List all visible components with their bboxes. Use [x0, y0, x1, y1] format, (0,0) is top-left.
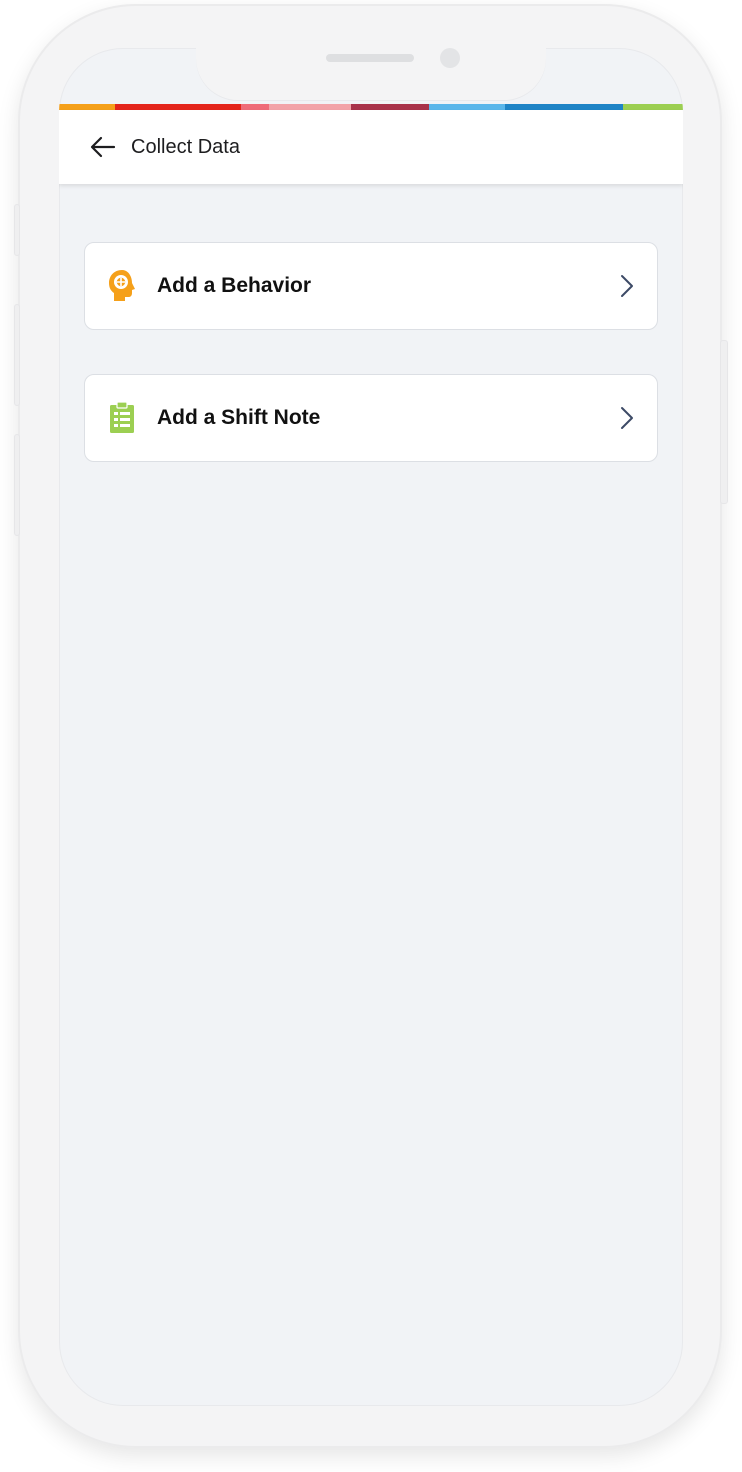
- page-title: Collect Data: [131, 135, 240, 158]
- phone-screen: Collect Data Add a Behavior Add a Shift …: [59, 48, 683, 1406]
- app-header: Collect Data: [59, 110, 683, 184]
- power-button: [720, 340, 728, 504]
- head-target-icon: [107, 268, 137, 304]
- front-camera: [440, 48, 460, 68]
- chevron-right-icon: [615, 271, 639, 301]
- volume-up-button: [14, 304, 20, 406]
- clipboard-list-icon: [107, 400, 137, 436]
- chevron-right-icon: [615, 403, 639, 433]
- add-behavior-button[interactable]: Add a Behavior: [84, 242, 658, 330]
- add-shift-note-button[interactable]: Add a Shift Note: [84, 374, 658, 462]
- arrow-left-icon: [90, 136, 116, 158]
- volume-down-button: [14, 434, 20, 536]
- notch: [196, 48, 546, 100]
- back-button[interactable]: [85, 129, 121, 165]
- speaker-grille: [326, 54, 414, 62]
- add-behavior-label: Add a Behavior: [157, 274, 312, 297]
- add-shift-note-label: Add a Shift Note: [157, 406, 321, 429]
- mute-switch: [14, 204, 20, 256]
